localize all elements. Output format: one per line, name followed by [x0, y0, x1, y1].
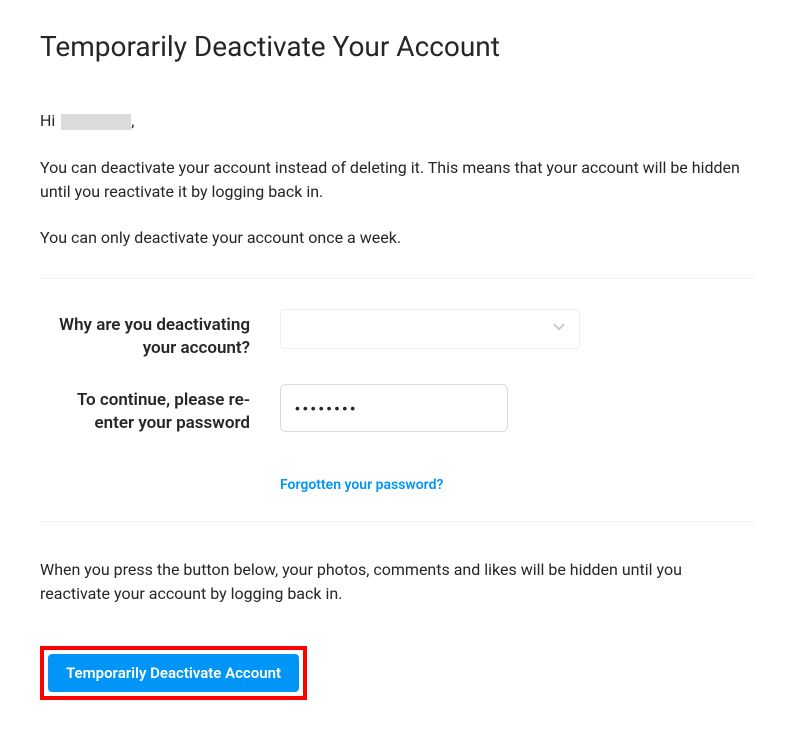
bottom-info-text: When you press the button below, your ph…: [40, 558, 754, 606]
form-row-forgot: Forgotten your password?: [40, 459, 754, 493]
form-row-reason: Why are you deactivating your account?: [40, 309, 754, 360]
reason-select[interactable]: [280, 309, 580, 349]
form-row-password: To continue, please re-enter your passwo…: [40, 384, 754, 435]
divider-bottom: [40, 521, 754, 522]
forgot-password-link[interactable]: Forgotten your password?: [280, 477, 443, 493]
deactivate-button[interactable]: Temporarily Deactivate Account: [48, 654, 299, 692]
greeting-text: Hi ,: [40, 111, 754, 130]
info-paragraph-1: You can deactivate your account instead …: [40, 156, 754, 204]
reason-label: Why are you deactivating your account?: [40, 309, 280, 360]
username-redacted: [61, 114, 131, 130]
divider-top: [40, 278, 754, 279]
password-label: To continue, please re-enter your passwo…: [40, 384, 280, 435]
greeting-suffix: ,: [131, 111, 134, 130]
page-title: Temporarily Deactivate Your Account: [40, 30, 754, 63]
reason-select-wrapper: [280, 309, 580, 349]
highlight-annotation: Temporarily Deactivate Account: [40, 646, 307, 700]
bottom-section: When you press the button below, your ph…: [40, 558, 754, 700]
info-paragraph-2: You can only deactivate your account onc…: [40, 226, 754, 250]
greeting-prefix: Hi: [40, 111, 59, 130]
password-input[interactable]: [280, 384, 508, 432]
